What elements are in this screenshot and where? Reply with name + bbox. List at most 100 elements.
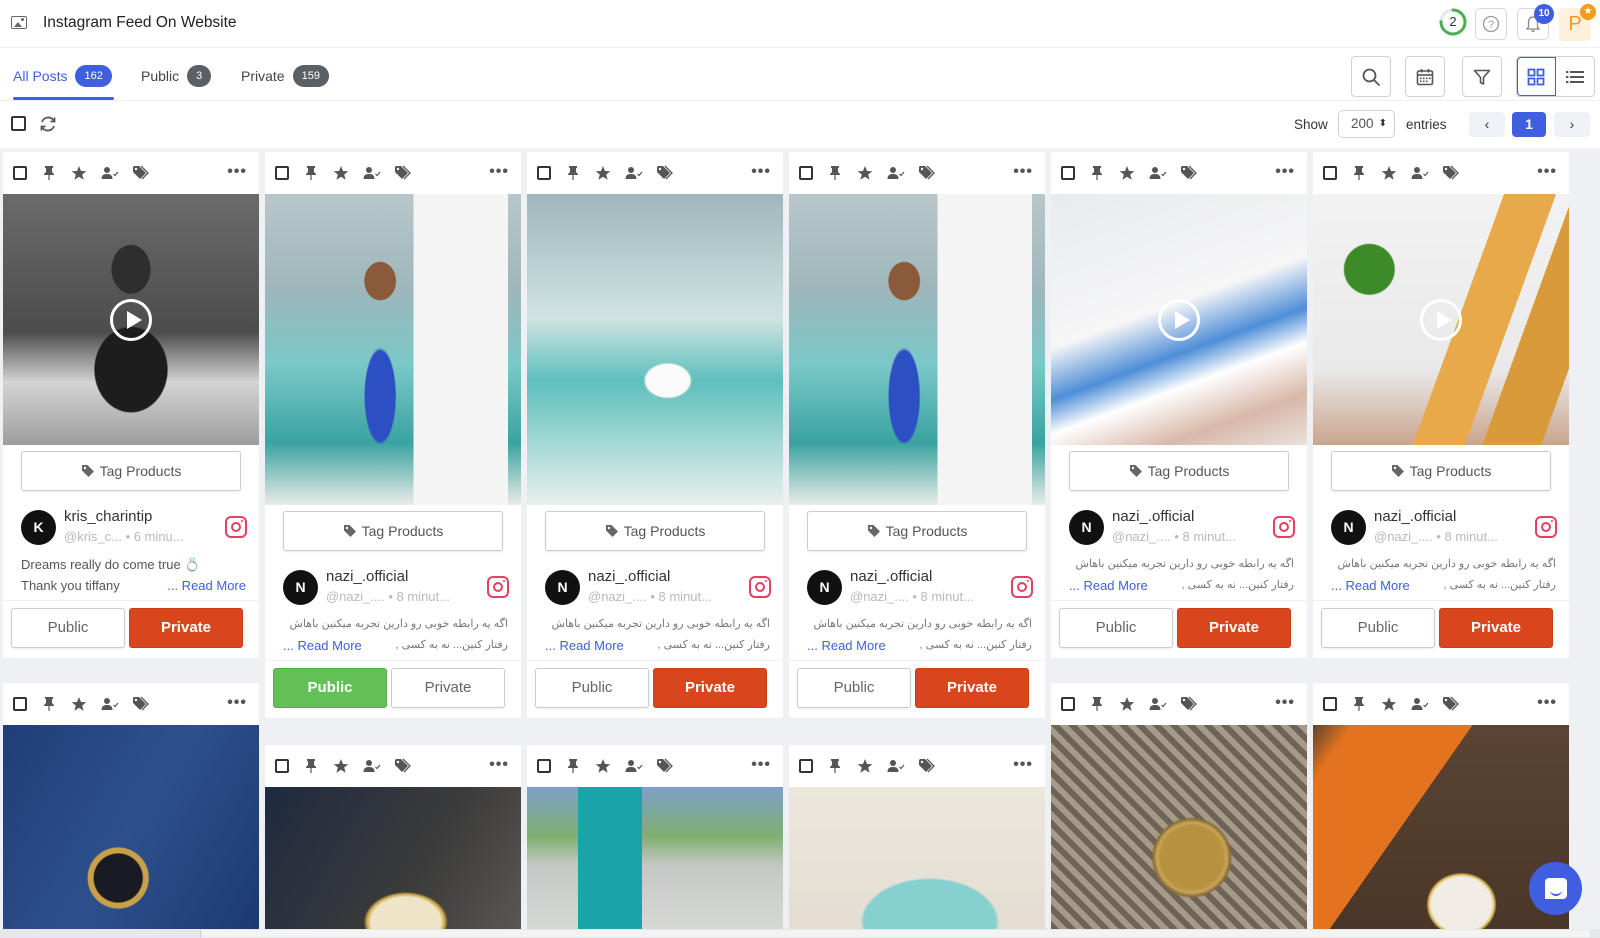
pin-icon[interactable]	[1088, 695, 1106, 713]
pin-icon[interactable]	[826, 757, 844, 775]
chat-support-button[interactable]	[1529, 862, 1582, 915]
post-image[interactable]	[527, 194, 783, 505]
assign-user-icon[interactable]	[625, 164, 643, 182]
tags-icon[interactable]	[918, 757, 936, 775]
tags-icon[interactable]	[656, 164, 674, 182]
post-image[interactable]	[265, 787, 521, 929]
star-icon[interactable]	[856, 757, 874, 775]
pin-icon[interactable]	[40, 695, 58, 713]
play-video-icon[interactable]	[1420, 298, 1462, 341]
star-icon[interactable]	[332, 757, 350, 775]
star-icon[interactable]	[1380, 164, 1398, 182]
assign-user-icon[interactable]	[1411, 695, 1429, 713]
more-options-icon[interactable]: •••	[489, 756, 509, 774]
page-1-button[interactable]: 1	[1512, 112, 1546, 137]
public-button[interactable]: Public	[1321, 608, 1435, 648]
pin-icon[interactable]	[40, 164, 58, 182]
more-options-icon[interactable]: •••	[1537, 163, 1557, 181]
read-more-link[interactable]: ... Read More	[1069, 575, 1148, 596]
read-more-link[interactable]: ... Read More	[545, 635, 624, 656]
public-button[interactable]: Public	[11, 608, 125, 648]
tags-icon[interactable]	[132, 164, 150, 182]
post-image[interactable]	[1051, 194, 1307, 445]
private-button[interactable]: Private	[391, 668, 505, 708]
post-image[interactable]	[1051, 725, 1307, 929]
public-button[interactable]: Public	[1059, 608, 1173, 648]
select-post-checkbox[interactable]	[275, 759, 289, 773]
tags-icon[interactable]	[1180, 164, 1198, 182]
assign-user-icon[interactable]	[625, 757, 643, 775]
more-options-icon[interactable]: •••	[1275, 694, 1295, 712]
star-icon[interactable]	[1118, 164, 1136, 182]
play-video-icon[interactable]	[1158, 298, 1200, 341]
tags-icon[interactable]	[1180, 695, 1198, 713]
private-button[interactable]: Private	[653, 668, 767, 708]
private-button[interactable]: Private	[1439, 608, 1553, 648]
post-image[interactable]	[265, 194, 521, 505]
read-more-link[interactable]: ... Read More	[1331, 575, 1410, 596]
more-options-icon[interactable]: •••	[489, 163, 509, 181]
public-button[interactable]: Public	[273, 668, 387, 708]
star-icon[interactable]	[1380, 695, 1398, 713]
assign-user-icon[interactable]	[101, 695, 119, 713]
post-image[interactable]	[527, 787, 783, 929]
star-icon[interactable]	[594, 164, 612, 182]
scrollbar-thumb[interactable]	[200, 930, 1590, 937]
assign-user-icon[interactable]	[1149, 695, 1167, 713]
tag-products-button[interactable]: Tag Products	[545, 511, 765, 551]
refresh-icon[interactable]	[38, 114, 58, 134]
next-page-button[interactable]: ›	[1554, 112, 1590, 137]
pin-icon[interactable]	[1350, 164, 1368, 182]
select-post-checkbox[interactable]	[799, 166, 813, 180]
post-image[interactable]	[3, 725, 259, 929]
select-post-checkbox[interactable]	[1323, 697, 1337, 711]
select-post-checkbox[interactable]	[1061, 166, 1075, 180]
public-button[interactable]: Public	[535, 668, 649, 708]
tag-products-button[interactable]: Tag Products	[807, 511, 1027, 551]
star-icon[interactable]	[70, 695, 88, 713]
select-post-checkbox[interactable]	[13, 166, 27, 180]
more-options-icon[interactable]: •••	[1013, 756, 1033, 774]
select-post-checkbox[interactable]	[275, 166, 289, 180]
progress-ring[interactable]: 2	[1438, 7, 1468, 37]
star-icon[interactable]	[594, 757, 612, 775]
search-button[interactable]	[1351, 56, 1391, 97]
read-more-link[interactable]: ... Read More	[807, 635, 886, 656]
tags-icon[interactable]	[1442, 695, 1460, 713]
grid-view-button[interactable]	[1517, 57, 1556, 96]
tag-products-button[interactable]: Tag Products	[283, 511, 503, 551]
tags-icon[interactable]	[394, 757, 412, 775]
play-video-icon[interactable]	[110, 298, 152, 341]
post-image[interactable]	[3, 194, 259, 445]
select-post-checkbox[interactable]	[537, 759, 551, 773]
select-post-checkbox[interactable]	[13, 697, 27, 711]
pin-icon[interactable]	[302, 164, 320, 182]
assign-user-icon[interactable]	[1149, 164, 1167, 182]
more-options-icon[interactable]: •••	[1013, 163, 1033, 181]
pin-icon[interactable]	[826, 164, 844, 182]
read-more-link[interactable]: ... Read More	[283, 635, 362, 656]
tags-icon[interactable]	[132, 695, 150, 713]
more-options-icon[interactable]: •••	[227, 694, 247, 712]
select-post-checkbox[interactable]	[1061, 697, 1075, 711]
tag-products-button[interactable]: Tag Products	[1069, 451, 1289, 491]
tag-products-button[interactable]: Tag Products	[1331, 451, 1551, 491]
tags-icon[interactable]	[394, 164, 412, 182]
tab-all-posts[interactable]: All Posts 162	[13, 65, 112, 87]
private-button[interactable]: Private	[129, 608, 243, 648]
calendar-button[interactable]	[1405, 56, 1445, 97]
horizontal-scrollbar[interactable]	[0, 929, 1600, 938]
filter-button[interactable]	[1462, 56, 1502, 97]
entries-select[interactable]: 200 ⬍	[1338, 110, 1395, 138]
pin-icon[interactable]	[564, 757, 582, 775]
list-view-button[interactable]	[1556, 57, 1594, 96]
assign-user-icon[interactable]	[1411, 164, 1429, 182]
select-post-checkbox[interactable]	[537, 166, 551, 180]
tags-icon[interactable]	[1442, 164, 1460, 182]
pin-icon[interactable]	[1350, 695, 1368, 713]
post-image[interactable]	[789, 194, 1045, 505]
assign-user-icon[interactable]	[363, 757, 381, 775]
public-button[interactable]: Public	[797, 668, 911, 708]
private-button[interactable]: Private	[1177, 608, 1291, 648]
more-options-icon[interactable]: •••	[1275, 163, 1295, 181]
